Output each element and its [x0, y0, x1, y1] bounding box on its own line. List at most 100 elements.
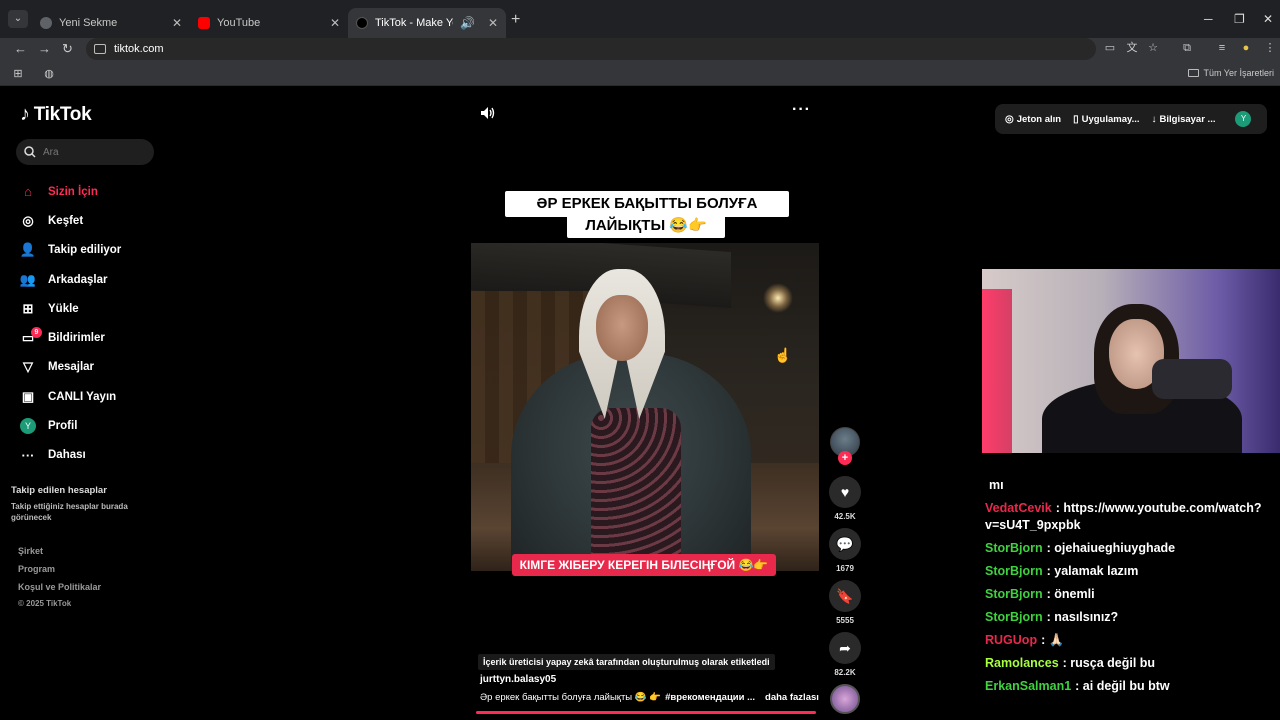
- sidebar-nav: ⌂ Sizin İçin ◎ Keşfet 👤 Takip ediliyor 👥…: [20, 177, 170, 470]
- share-icon: ➦: [829, 632, 861, 664]
- media-icon[interactable]: ≡: [1216, 42, 1228, 54]
- star-icon[interactable]: ☆: [1147, 42, 1159, 54]
- sidebar-item-notifications[interactable]: ▭ 9 Bildirimler: [20, 323, 170, 352]
- speaker-icon: [481, 107, 495, 119]
- chat-user: Ramolances: [985, 656, 1059, 670]
- sidebar-item-for-you[interactable]: ⌂ Sizin İçin: [20, 177, 170, 206]
- tab-youtube[interactable]: YouTube ✕: [190, 8, 348, 38]
- sidebar-item-upload[interactable]: ⊞ Yükle: [20, 294, 170, 323]
- sidebar-item-explore[interactable]: ◎ Keşfet: [20, 206, 170, 235]
- description-text: Әр еркек бақытты болуға лайықты 😂 👉: [480, 692, 662, 703]
- save-count: 5555: [836, 616, 854, 625]
- search-input[interactable]: Ara: [16, 139, 154, 165]
- ai-content-label: İçerik üreticisi yapay zekâ tarafından o…: [478, 654, 775, 670]
- minimize-button[interactable]: ─: [1204, 12, 1213, 26]
- all-bookmarks[interactable]: Tüm Yer İşaretleri: [1188, 68, 1274, 78]
- video-scene-dress: [591, 408, 681, 571]
- video-progress-bar[interactable]: [476, 711, 816, 714]
- upload-icon: ⊞: [22, 300, 34, 316]
- site-info-icon[interactable]: [94, 44, 106, 54]
- tab-title: TikTok - Make Your Day: [375, 17, 453, 29]
- get-coins-button[interactable]: ◎ Jeton alın: [1005, 114, 1061, 125]
- translate-icon[interactable]: 文: [1126, 42, 1138, 54]
- url-bar[interactable]: tiktok.com: [86, 38, 1096, 60]
- following-icon: 👤: [19, 242, 37, 258]
- new-tab-button[interactable]: +: [511, 11, 520, 29]
- audio-icon[interactable]: 🔊: [460, 16, 475, 30]
- tab-tiktok[interactable]: TikTok - Make Your Day 🔊 ✕: [348, 8, 506, 38]
- apps-icon[interactable]: ⊞: [12, 68, 24, 80]
- sidebar-item-live[interactable]: ▣ CANLI Yayın: [20, 382, 170, 411]
- stream-chat: mı VedatCevik: https://www.youtube.com/w…: [985, 477, 1280, 701]
- close-icon[interactable]: ✕: [330, 16, 340, 30]
- url-text: tiktok.com: [114, 43, 164, 55]
- tab-new-tab[interactable]: Yeni Sekme ✕: [32, 8, 190, 38]
- chat-message: Ramolances: rusça değil bu: [985, 655, 1280, 672]
- youtube-icon: [198, 17, 210, 29]
- sidebar-item-profile[interactable]: Y Profil: [20, 411, 170, 440]
- chat-message: RUGUop: 🙏🏻: [985, 632, 1280, 649]
- sidebar-item-label: Yükle: [48, 302, 79, 315]
- forward-button[interactable]: →: [38, 41, 51, 56]
- compass-icon: ◎: [22, 212, 34, 228]
- follow-plus-button[interactable]: +: [838, 451, 852, 465]
- sidebar-item-friends[interactable]: 👥 Arkadaşlar: [20, 265, 170, 294]
- share-button[interactable]: ➦ 82.2K: [829, 632, 861, 677]
- more-icon: ···: [21, 447, 35, 463]
- get-app-button[interactable]: ▯ Uygulamay...: [1073, 114, 1139, 125]
- like-button[interactable]: ♥ 42.5K: [829, 476, 861, 521]
- chat-message: StorBjorn: ojehaiueghiuyghade: [985, 540, 1280, 557]
- tiktok-icon: [356, 17, 368, 29]
- following-accounts-hint: Takip ettiğiniz hesaplar burada görünece…: [11, 502, 128, 522]
- video-player[interactable]: [471, 243, 819, 571]
- chat-text: : ai değil bu btw: [1075, 679, 1170, 693]
- video-author[interactable]: jurttyn.balasy05: [480, 674, 556, 685]
- see-more-button[interactable]: daha fazlası: [765, 692, 819, 703]
- more-options-button[interactable]: ···: [792, 101, 811, 119]
- close-window-button[interactable]: ✕: [1263, 12, 1273, 26]
- tab-search-button[interactable]: ⌄: [8, 10, 28, 28]
- back-button[interactable]: ←: [14, 41, 27, 56]
- cast-icon[interactable]: ▭: [1104, 42, 1116, 54]
- footer-terms-link[interactable]: Koşul ve Politikalar: [18, 582, 101, 592]
- chrome-icon: [40, 17, 52, 29]
- profile-avatar: Y: [20, 418, 36, 435]
- tiktok-logo[interactable]: ♪ TikTok: [20, 103, 92, 126]
- sidebar-item-more[interactable]: ··· Dahası: [20, 441, 170, 470]
- header-actions: ◎ Jeton alın ▯ Uygulamay... ↓ Bilgisayar ..…: [995, 104, 1267, 134]
- desktop-app-button[interactable]: ↓ Bilgisayar ...: [1152, 114, 1216, 125]
- reload-button[interactable]: ↻: [62, 41, 73, 57]
- comment-icon: 💬: [829, 528, 861, 560]
- sidebar-item-following[interactable]: 👤 Takip ediliyor: [20, 236, 170, 265]
- footer-company-link[interactable]: Şirket: [18, 546, 43, 556]
- comment-button[interactable]: 💬 1679: [829, 528, 861, 573]
- save-button[interactable]: 🔖 5555: [829, 580, 861, 625]
- friends-icon: 👥: [19, 271, 37, 287]
- chat-text: : 🙏🏻: [1041, 633, 1065, 647]
- profile-icon[interactable]: ●: [1240, 42, 1252, 54]
- footer-program-link[interactable]: Program: [18, 564, 55, 574]
- download-icon: ↓: [1151, 113, 1157, 125]
- notification-badge: 9: [31, 327, 42, 339]
- chat-text: : ojehaiueghiuyghade: [1046, 541, 1176, 555]
- globe-icon[interactable]: ◍: [43, 68, 55, 80]
- maximize-button[interactable]: ❐: [1234, 12, 1245, 26]
- extensions-icon[interactable]: ⧉: [1181, 42, 1193, 54]
- search-placeholder: Ara: [43, 146, 59, 158]
- hashtag-link[interactable]: #врекомендации ...: [665, 692, 755, 703]
- home-icon: ⌂: [24, 184, 32, 200]
- logo-text: TikTok: [33, 103, 92, 125]
- sidebar-item-messages[interactable]: ▽ Mesajlar: [20, 353, 170, 382]
- sidebar-item-label: Mesajlar: [48, 361, 95, 374]
- address-bar-row: ← → ↻ tiktok.com ▭ 文 ☆ ⧉ ≡ ● ⋮: [0, 38, 1280, 62]
- sound-disc-avatar[interactable]: [830, 684, 860, 714]
- video-caption-line-2: ЛАЙЫҚТЫ 😂👉: [567, 214, 725, 238]
- user-avatar[interactable]: Y: [1235, 111, 1252, 127]
- volume-button[interactable]: [480, 106, 496, 125]
- bookmark-bar: ⊞ ◍ Tüm Yer İşaretleri: [0, 62, 1280, 86]
- menu-icon[interactable]: ⋮: [1264, 42, 1276, 54]
- close-icon[interactable]: ✕: [488, 16, 498, 30]
- close-icon[interactable]: ✕: [172, 16, 182, 30]
- search-icon: [24, 146, 36, 158]
- coin-icon: ◎: [1005, 113, 1014, 125]
